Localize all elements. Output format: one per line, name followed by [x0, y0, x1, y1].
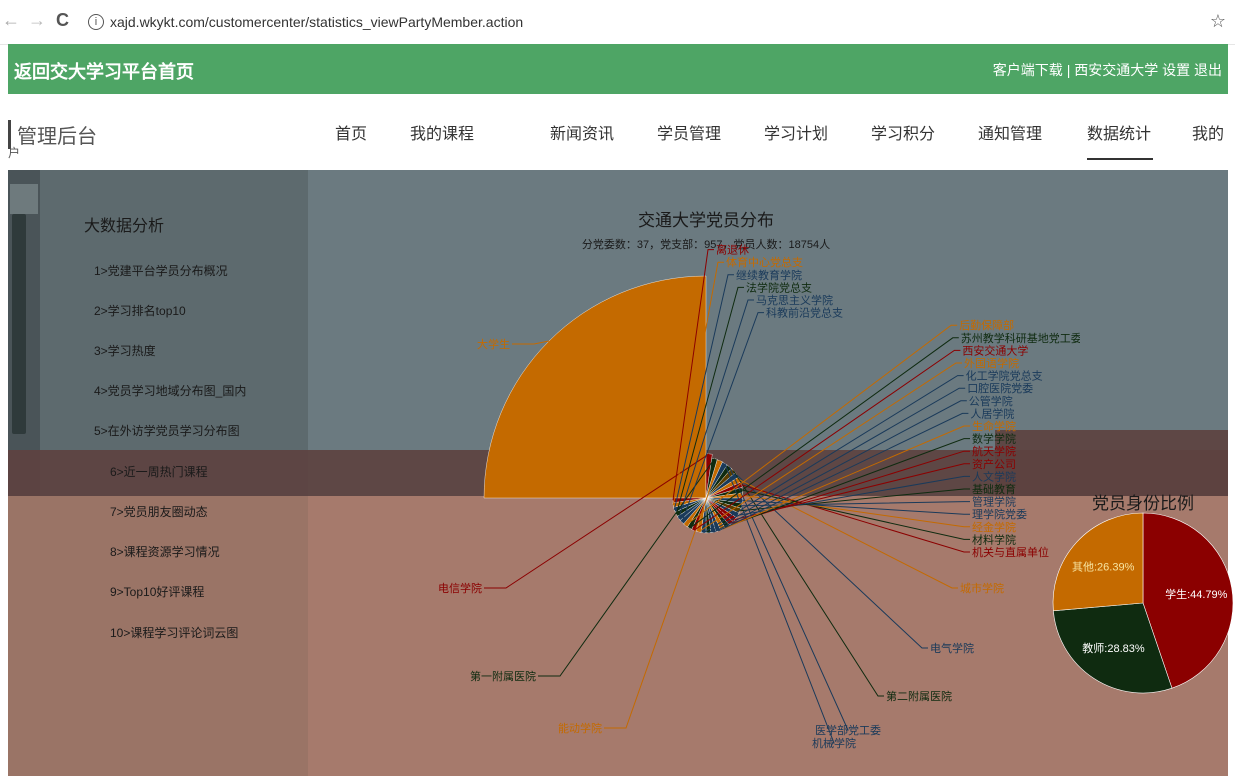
- logout-link[interactable]: 退出: [1194, 62, 1222, 78]
- pie-label: 机械学院: [812, 736, 856, 750]
- nav-points[interactable]: 学习积分: [871, 120, 935, 144]
- pie-label: 马克思主义学院: [756, 293, 833, 307]
- pie-label: 继续教育学院: [736, 268, 802, 282]
- pie-label: 第二附属医院: [886, 689, 952, 703]
- pie-label: 人居学院: [970, 406, 1014, 420]
- strip-box: [10, 184, 38, 214]
- active-tab-indicator: [1087, 158, 1153, 160]
- pie-leader-line: [742, 494, 970, 528]
- nav-notices[interactable]: 通知管理: [978, 120, 1042, 144]
- sidebar-item-4[interactable]: 4>党员学习地域分布图_国内: [94, 382, 246, 399]
- nav-statistics[interactable]: 数据统计: [1087, 120, 1151, 144]
- pie-label: 数学学院: [972, 432, 1016, 446]
- sidebar-title: 大数据分析: [84, 218, 165, 235]
- forward-icon[interactable]: →: [28, 10, 46, 31]
- chart-title: 交通大学党员分布: [638, 211, 774, 230]
- pie-label: 第一附属医院: [470, 669, 536, 683]
- sidebar-item-1[interactable]: 1>党建平台学员分布概况: [94, 262, 228, 279]
- nav-study-plan[interactable]: 学习计划: [764, 120, 828, 144]
- pie-leader-line: [742, 489, 970, 540]
- pie-label: 离退休: [716, 243, 749, 257]
- ratio-label: 其他:26.39%: [1072, 561, 1135, 574]
- pie-slice[interactable]: [483, 275, 707, 499]
- ratio-label: 教师:28.83%: [1082, 642, 1145, 655]
- pie-label: 经金学院: [972, 520, 1016, 534]
- chart-subtitle: 分党委数：37，党支部：957，党员人数：18754人: [582, 237, 830, 251]
- party-member-distribution-chart: 交通大学党员分布 分党委数：37，党支部：957，党员人数：18754人 大学生…: [438, 211, 1080, 750]
- sidebar-item-6[interactable]: 6>近一周热门课程: [110, 463, 208, 480]
- address-bar[interactable]: i xajd.wkykt.com/customercenter/statisti…: [82, 8, 1232, 38]
- pie-label: 苏州教学科研基地党工委: [961, 331, 1080, 345]
- scrollbar[interactable]: [12, 214, 26, 434]
- settings-link[interactable]: 设置: [1162, 62, 1190, 78]
- pie-label: 公管学院: [969, 394, 1013, 408]
- sidebar-item-7[interactable]: 7>党员朋友圈动态: [110, 503, 208, 520]
- university-link[interactable]: 西安交通大学: [1074, 62, 1158, 78]
- pie-label: 基础教育: [972, 482, 1016, 496]
- pie-leader-line: [713, 400, 967, 533]
- ratio-chart-title: 党员身份比例: [1092, 494, 1194, 513]
- pie-label: 电气学院: [930, 641, 974, 655]
- pie-label: 法学院党总支: [746, 280, 812, 294]
- main-nav: 管理后台 户 首页 我的课程 新闻资讯 学员管理 学习计划 学习积分 通知管理 …: [8, 112, 1228, 172]
- pie-leader-line: [698, 362, 962, 533]
- pie-label: 后勤保障部: [959, 318, 1014, 332]
- header-separator: |: [1066, 62, 1071, 78]
- pie-label: 体育中心党总支: [726, 255, 803, 269]
- sidebar-item-8[interactable]: 8>课程资源学习情况: [110, 543, 220, 560]
- sidebar-item-3[interactable]: 3>学习热度: [94, 342, 156, 359]
- nav-mine[interactable]: 我的: [1192, 120, 1224, 144]
- pie-label: 资产公司: [972, 457, 1016, 471]
- pie-label: 管理学院: [972, 495, 1016, 509]
- pie-label: 能动学院: [558, 721, 602, 735]
- pie-label: 化工学院党总支: [966, 369, 1043, 383]
- pie-label: 人文学院: [972, 469, 1016, 483]
- sidebar-item-2[interactable]: 2>学习排名top10: [94, 302, 186, 319]
- sidebar-item-5[interactable]: 5>在外访学党员学习分布图: [94, 422, 240, 439]
- nav-my-courses[interactable]: 我的课程: [410, 120, 474, 144]
- pie-label: 科教前沿党总支: [766, 306, 843, 320]
- pie-label: 医学部党工委: [815, 723, 881, 737]
- download-link[interactable]: 客户端下载: [993, 62, 1063, 78]
- nav-news[interactable]: 新闻资讯: [550, 120, 614, 144]
- sidebar-item-10[interactable]: 10>课程学习评论词云图: [110, 624, 238, 641]
- bookmark-star-icon[interactable]: ☆: [1210, 11, 1226, 32]
- pie-label: 航天学院: [972, 444, 1016, 458]
- ratio-label: 学生:44.79%: [1165, 587, 1228, 601]
- site-header: 返回交大学习平台首页 客户端下载 | 西安交通大学 设置 退出: [8, 44, 1228, 94]
- reload-icon[interactable]: C: [56, 10, 69, 31]
- pie-label: 生命学院: [972, 419, 1016, 433]
- nav-home[interactable]: 首页: [335, 120, 367, 144]
- url-text[interactable]: xajd.wkykt.com/customercenter/statistics…: [110, 14, 523, 30]
- pie-leader-line: [512, 340, 550, 345]
- admin-subtitle: 户: [8, 146, 21, 160]
- pie-slices: [483, 275, 744, 534]
- pie-leader-line: [703, 375, 964, 534]
- pie-label: 大学生: [477, 337, 510, 351]
- sidebar-item-9[interactable]: 9>Top10好评课程: [110, 583, 204, 600]
- header-links: 客户端下载 | 西安交通大学 设置 退出: [993, 60, 1222, 80]
- info-icon[interactable]: i: [88, 14, 104, 30]
- pie-label: 电信学院: [438, 581, 482, 595]
- member-identity-ratio-chart: 党员身份比例 学生:44.79% 教师:28.83% 其他:26.39%: [1052, 494, 1234, 694]
- admin-title: 管理后台: [8, 120, 97, 149]
- pie-label: 口腔医院党委: [967, 381, 1033, 395]
- pie-label: 外国语学院: [964, 356, 1019, 370]
- ratio-pie-slices: 学生:44.79% 教师:28.83% 其他:26.39%: [1052, 512, 1234, 694]
- pie-label: 西安交通大学: [962, 343, 1028, 357]
- browser-toolbar: ← → C i xajd.wkykt.com/customercenter/st…: [0, 0, 1235, 45]
- pie-label: 材料学院: [972, 532, 1016, 546]
- nav-members[interactable]: 学员管理: [657, 120, 721, 144]
- pie-label: 机关与直属单位: [972, 545, 1049, 559]
- home-link[interactable]: 返回交大学习平台首页: [14, 58, 194, 84]
- pie-label: 城市学院: [960, 581, 1004, 595]
- back-icon[interactable]: ←: [2, 10, 20, 31]
- pie-label: 理学院党委: [972, 507, 1027, 521]
